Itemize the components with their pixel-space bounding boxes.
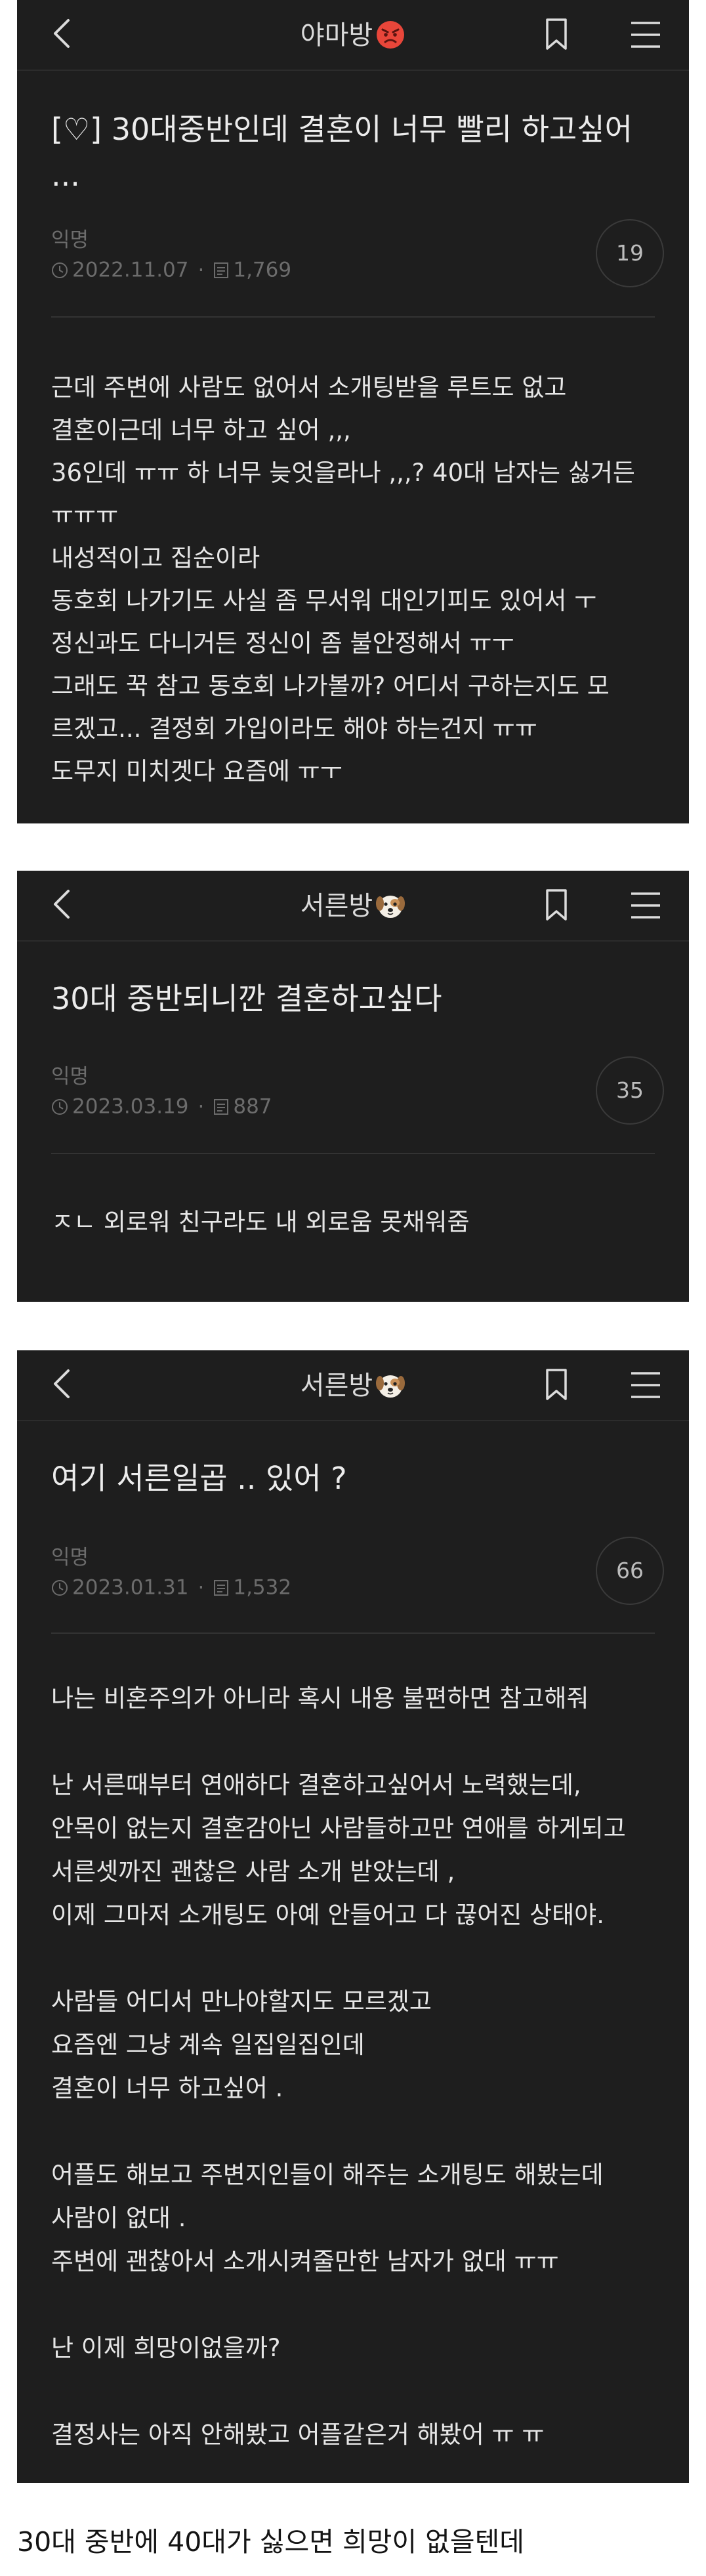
author-name: 익명 bbox=[51, 228, 89, 252]
post-title: 30대 중반되니깐 결혼하고싶다 bbox=[51, 976, 668, 1022]
board-name: 야마방 bbox=[300, 20, 373, 51]
body-line: 안목이 없는지 결혼감아닌 사람들하고만 연애를 하게되고 bbox=[51, 1814, 626, 1842]
post-card-3: 서른방 여기 서른일곱 .. 있어 ? 익명 2023.01.31 · 1,532 bbox=[17, 1350, 689, 2483]
divider bbox=[51, 316, 655, 318]
body-line: 동호회 나가기도 사실 좀 무서워 대인기피도 있어서 ㅜ bbox=[51, 587, 597, 615]
body-line: 난 이제 희망이없을까? bbox=[51, 2334, 281, 2362]
post-card-1: 야마방 [♡] 30대중반인데 결혼이 너무 빨리 하고싶어 ... 익명 20… bbox=[17, 0, 689, 823]
post-title: 여기 서른일곱 .. 있어 ? bbox=[51, 1455, 668, 1501]
post-meta: 2023.03.19 · 887 bbox=[51, 1092, 272, 1120]
post-title-line: 30대 중반되니깐 결혼하고싶다 bbox=[51, 981, 442, 1016]
board-title: 서른방 bbox=[17, 889, 689, 923]
bookmark-icon[interactable] bbox=[538, 1366, 575, 1403]
board-title: 야마방 bbox=[17, 18, 689, 52]
views-icon bbox=[214, 1579, 229, 1596]
views-icon bbox=[214, 1098, 229, 1115]
meta-separator: · bbox=[197, 1575, 205, 1600]
author-name: 익명 bbox=[51, 1546, 89, 1569]
hamburger-menu-icon[interactable] bbox=[627, 888, 664, 923]
body-line: 결혼이 너무 하고싶어 . bbox=[51, 2074, 283, 2102]
body-line: 어플도 해보고 주변지인들이 해주는 소개팅도 해봤는데 bbox=[51, 2161, 604, 2189]
meta-separator: · bbox=[197, 258, 205, 282]
body-line: 내성적이고 집순이라 bbox=[51, 544, 260, 572]
hamburger-menu-icon[interactable] bbox=[627, 18, 664, 52]
body-line: 이제 그마저 소개팅도 아예 안들어고 다 끊어진 상태야. bbox=[51, 1901, 604, 1929]
post-title-line: [♡] 30대중반인데 결혼이 너무 빨리 하고싶어 bbox=[51, 112, 633, 147]
board-name: 서른방 bbox=[300, 891, 373, 921]
view-count: 1,769 bbox=[233, 258, 292, 282]
top-nav-bar: 서른방 bbox=[17, 871, 689, 942]
post-card-2: 서른방 30대 중반되니깐 결혼하고싶다 익명 2023.03.19 · 887 bbox=[17, 871, 689, 1302]
post-date: 2023.01.31 bbox=[72, 1575, 189, 1600]
view-count: 887 bbox=[233, 1094, 272, 1119]
body-line: 서른셋까진 괜찮은 사람 소개 받았는데 , bbox=[51, 1858, 455, 1886]
footer-comment: 30대 중반에 40대가 싫으면 희망이 없을텐데 bbox=[17, 2526, 525, 2558]
meta-separator: · bbox=[197, 1094, 205, 1119]
post-date: 2022.11.07 bbox=[72, 258, 189, 282]
body-line: 결혼이근데 너무 하고 싶어 ,,, bbox=[51, 416, 351, 444]
body-line: 나는 비혼주의가 아니라 혹시 내용 불편하면 참고해줘 bbox=[51, 1684, 589, 1713]
views-icon bbox=[214, 262, 229, 278]
bookmark-icon[interactable] bbox=[538, 886, 575, 923]
board-name: 서른방 bbox=[300, 1371, 373, 1401]
body-line: 근데 주변에 사람도 없어서 소개팅받을 루트도 없고 bbox=[51, 373, 567, 402]
view-count: 1,532 bbox=[233, 1575, 292, 1600]
clock-icon bbox=[52, 1098, 68, 1115]
body-line: 36인데 ㅠㅠ 하 너무 늦엇을라나 ,,,? 40대 남자는 싫거든 bbox=[51, 459, 635, 487]
post-meta: 2022.11.07 · 1,769 bbox=[51, 256, 291, 283]
post-date: 2023.03.19 bbox=[72, 1094, 189, 1119]
body-line: 난 서른때부터 연애하다 결혼하고싶어서 노력했는데, bbox=[51, 1771, 581, 1799]
body-line: 그래도 꾹 참고 동호회 나가볼까? 어디서 구하는지도 모 bbox=[51, 672, 610, 700]
post-title: [♡] 30대중반인데 결혼이 너무 빨리 하고싶어 ... bbox=[51, 106, 668, 198]
hamburger-menu-icon[interactable] bbox=[627, 1368, 664, 1402]
body-line: ㅠㅠㅠ bbox=[51, 501, 119, 530]
top-nav-bar: 서른방 bbox=[17, 1350, 689, 1421]
body-line: 르겠고... 결정회 가입이라도 해야 하는건지 ㅠㅠ bbox=[51, 715, 537, 743]
body-line: 사람이 없대 . bbox=[51, 2204, 186, 2232]
clock-icon bbox=[52, 1579, 68, 1596]
body-line: 도무지 미치겟다 요즘에 ㅠㅜ bbox=[51, 757, 343, 785]
body-line: 요즘엔 그냥 계속 일집일집인데 bbox=[51, 2031, 365, 2059]
body-line: 결정사는 아직 안해봤고 어플같은거 해봤어 ㅠ ㅠ bbox=[51, 2420, 545, 2449]
post-meta: 2023.01.31 · 1,532 bbox=[51, 1573, 291, 1601]
top-nav-bar: 야마방 bbox=[17, 0, 689, 71]
divider bbox=[51, 1632, 655, 1634]
angry-face-emoji-icon bbox=[377, 21, 405, 49]
body-line: 정신과도 다니거든 정신이 좀 불안정해서 ㅠㅜ bbox=[51, 629, 514, 657]
post-title-line: 여기 서른일곱 .. 있어 ? bbox=[51, 1461, 347, 1496]
body-line: ㅈㄴ 외로워 친구라도 내 외로움 못채워줌 bbox=[51, 1208, 470, 1236]
dog-face-emoji-icon bbox=[376, 1375, 405, 1398]
comment-count-badge[interactable]: 19 bbox=[596, 219, 664, 287]
body-line: 주변에 괜찮아서 소개시켜줄만한 남자가 없대 ㅠㅠ bbox=[51, 2247, 559, 2275]
divider bbox=[51, 1153, 655, 1154]
clock-icon bbox=[52, 262, 68, 278]
dog-face-emoji-icon bbox=[376, 896, 405, 918]
body-line: 사람들 어디서 만나야할지도 모르겠고 bbox=[51, 1987, 432, 2016]
comment-count-badge[interactable]: 35 bbox=[596, 1056, 664, 1125]
bookmark-icon[interactable] bbox=[538, 16, 575, 52]
post-title-line: ... bbox=[51, 157, 80, 193]
comment-count-badge[interactable]: 66 bbox=[596, 1537, 664, 1605]
author-name: 익명 bbox=[51, 1065, 89, 1089]
board-title: 서른방 bbox=[17, 1369, 689, 1403]
